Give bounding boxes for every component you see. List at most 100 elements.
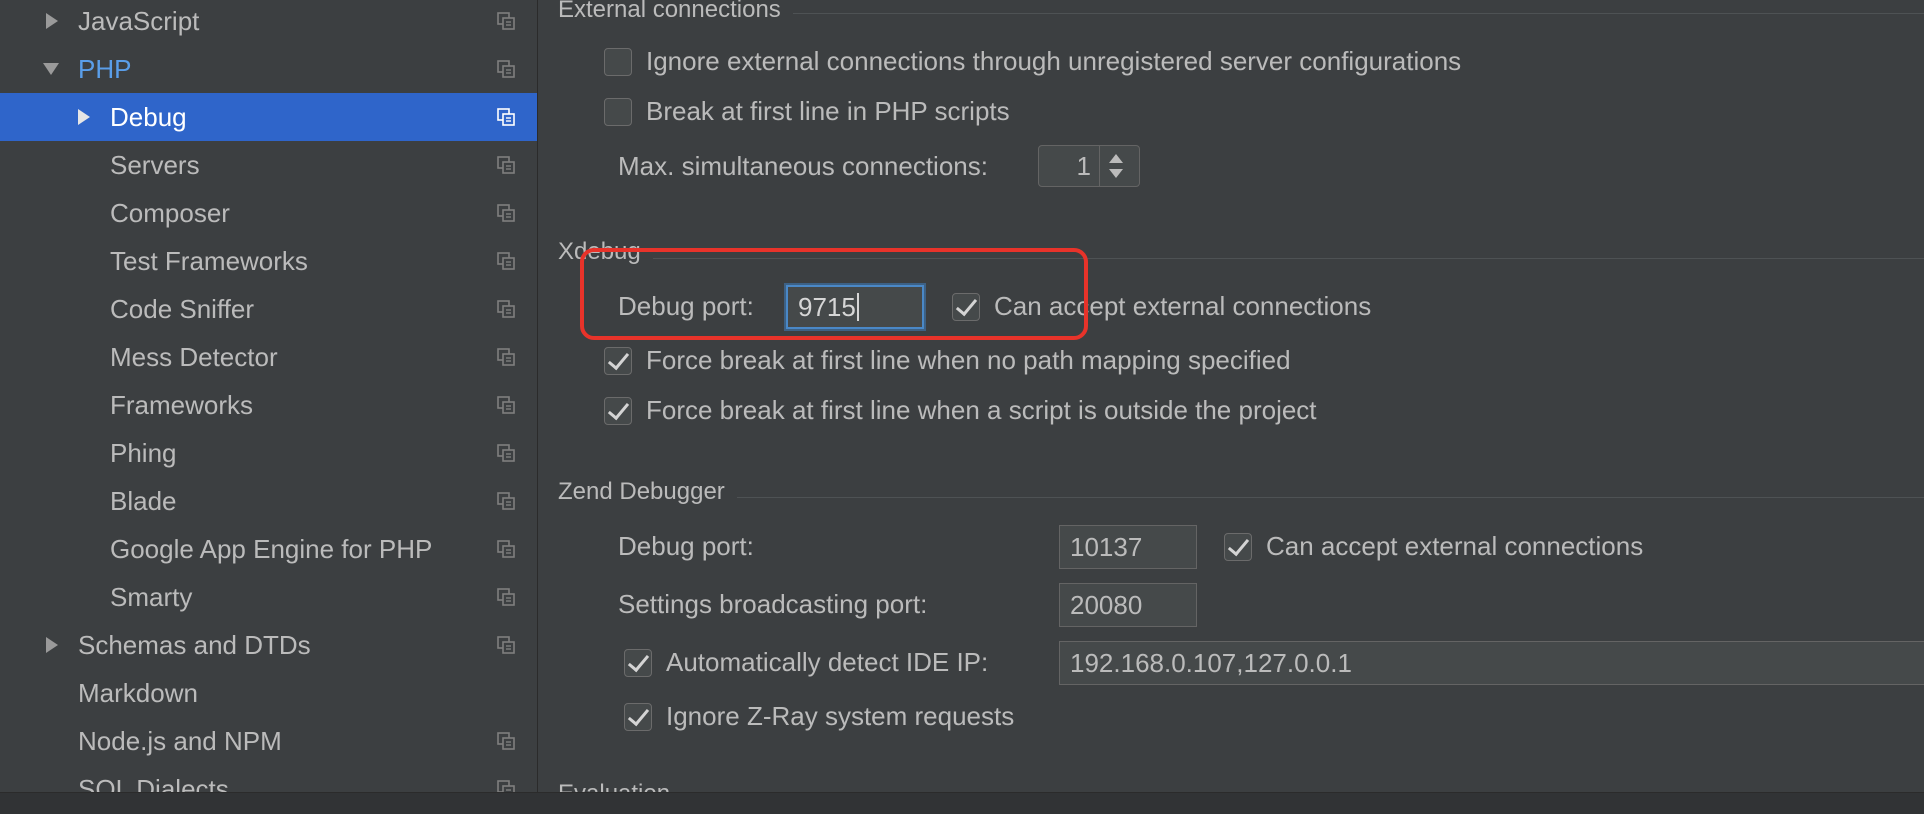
tree-item-label: Blade [110, 485, 177, 516]
checkbox-box[interactable] [604, 346, 632, 375]
tree-item-label: SQL Dialects [78, 773, 229, 793]
checkbox-label: Can accept external connections [1266, 531, 1644, 561]
tree-item-label: Phing [110, 437, 177, 468]
settings-tree: JavaScript PHP Debug Servers Composer Te… [0, 0, 537, 792]
ide-ip-input[interactable]: 192.168.0.107,127.0.0.1 [1059, 641, 1924, 685]
expand-arrow-icon[interactable] [44, 12, 60, 30]
checkbox-label: Automatically detect IDE IP: [666, 647, 989, 677]
section-title-xdebug: Xdebug [558, 238, 653, 266]
tree-item-nodejs-npm[interactable]: Node.js and NPM [0, 717, 537, 765]
tree-item-blade[interactable]: Blade [0, 477, 537, 525]
checkbox-box[interactable] [604, 396, 632, 425]
tree-item-mess-detector[interactable]: Mess Detector [0, 333, 537, 381]
zend-port-input[interactable]: 10137 [1059, 525, 1197, 569]
collapse-arrow-icon[interactable] [43, 60, 59, 78]
tree-item-phing[interactable]: Phing [0, 429, 537, 477]
tree-item-label: Google App Engine for PHP [110, 533, 433, 564]
checkbox-label: Ignore Z-Ray system requests [666, 701, 1015, 731]
section-title-external: External connections [558, 0, 793, 24]
spinner-value[interactable]: 1 [1039, 151, 1099, 182]
xdebug-accept-external-checkbox[interactable]: Can accept external connections [952, 291, 1371, 322]
tree-item-label: Mess Detector [110, 341, 278, 372]
tree-item-smarty[interactable]: Smarty [0, 573, 537, 621]
copy-icon [497, 300, 515, 318]
copy-icon [497, 252, 515, 270]
copy-icon [497, 156, 515, 174]
tree-item-label: Code Sniffer [110, 293, 255, 324]
tree-item-javascript[interactable]: JavaScript [0, 0, 537, 45]
section-separator [558, 497, 1924, 498]
checkbox-box[interactable] [952, 292, 980, 321]
xdebug-port-label: Debug port: [618, 291, 754, 321]
tree-item-label: Smarty [110, 581, 193, 612]
checkbox-box[interactable] [624, 702, 652, 731]
tree-item-sql-dialects[interactable]: SQL Dialects [0, 765, 537, 792]
copy-icon [497, 108, 515, 126]
copy-icon [497, 204, 515, 222]
tree-item-label: Test Frameworks [110, 245, 308, 276]
section-separator [558, 258, 1924, 259]
tree-item-google-app-engine[interactable]: Google App Engine for PHP [0, 525, 537, 573]
decrement-icon[interactable] [1108, 169, 1123, 178]
tree-item-code-sniffer[interactable]: Code Sniffer [0, 285, 537, 333]
max-connections-label: Max. simultaneous connections: [618, 151, 988, 181]
tree-item-markdown[interactable]: Markdown [0, 669, 537, 717]
ignore-zray-checkbox[interactable]: Ignore Z-Ray system requests [624, 701, 1014, 732]
text-caret [856, 293, 859, 321]
force-break-no-mapping-checkbox[interactable]: Force break at first line when no path m… [604, 345, 1291, 376]
expand-arrow-icon[interactable] [44, 636, 60, 654]
checkbox-box[interactable] [1224, 532, 1252, 561]
input-value: 192.168.0.107,127.0.0.1 [1070, 647, 1352, 678]
tree-item-label: Schemas and DTDs [78, 629, 311, 660]
zend-port-label: Debug port: [618, 531, 754, 561]
checkbox-label: Force break at first line when no path m… [646, 345, 1291, 375]
checkbox-box[interactable] [604, 47, 632, 76]
broadcast-port-input[interactable]: 20080 [1059, 583, 1197, 627]
tree-item-composer[interactable]: Composer [0, 189, 537, 237]
tree-item-frameworks[interactable]: Frameworks [0, 381, 537, 429]
tree-item-servers[interactable]: Servers [0, 141, 537, 189]
copy-icon [497, 636, 515, 654]
tree-item-debug[interactable]: Debug [0, 93, 537, 141]
dialog-bottom-bar [0, 792, 1924, 814]
checkbox-box[interactable] [604, 97, 632, 126]
input-value: 10137 [1070, 531, 1143, 562]
copy-icon [497, 780, 515, 792]
copy-icon [497, 540, 515, 558]
expand-arrow-icon[interactable] [76, 108, 92, 126]
copy-icon [497, 396, 515, 414]
increment-icon[interactable] [1108, 154, 1123, 163]
checkbox-box[interactable] [624, 648, 652, 677]
ignore-unregistered-checkbox[interactable]: Ignore external connections through unre… [604, 46, 1461, 77]
tree-item-label: Debug [110, 101, 187, 132]
section-title-zend: Zend Debugger [558, 478, 737, 506]
tree-item-php[interactable]: PHP [0, 45, 537, 93]
copy-icon [497, 492, 515, 510]
checkbox-label: Ignore external connections through unre… [646, 46, 1462, 76]
input-value: 20080 [1070, 589, 1143, 620]
max-connections-spinner[interactable]: 1 [1038, 145, 1140, 187]
debug-settings-panel: External connections Ignore external con… [538, 0, 1924, 792]
tree-item-label: Markdown [78, 677, 198, 708]
copy-icon [497, 444, 515, 462]
copy-icon [497, 348, 515, 366]
input-value: 9715 [798, 291, 856, 322]
checkbox-label: Can accept external connections [994, 291, 1372, 321]
copy-icon [497, 12, 515, 30]
spinner-buttons[interactable] [1099, 146, 1131, 186]
tree-item-label: Node.js and NPM [78, 725, 282, 756]
copy-icon [497, 60, 515, 78]
xdebug-port-input[interactable]: 9715 [786, 285, 924, 329]
copy-icon [497, 732, 515, 750]
break-first-line-checkbox[interactable]: Break at first line in PHP scripts [604, 96, 1010, 127]
checkbox-label: Break at first line in PHP scripts [646, 96, 1010, 126]
tree-item-schemas-dtds[interactable]: Schemas and DTDs [0, 621, 537, 669]
tree-item-label: Servers [110, 149, 200, 180]
tree-item-label: PHP [78, 53, 132, 84]
copy-icon [497, 588, 515, 606]
tree-item-test-frameworks[interactable]: Test Frameworks [0, 237, 537, 285]
auto-detect-ip-checkbox[interactable]: Automatically detect IDE IP: [624, 647, 988, 678]
zend-accept-external-checkbox[interactable]: Can accept external connections [1224, 531, 1643, 562]
force-break-outside-checkbox[interactable]: Force break at first line when a script … [604, 395, 1317, 426]
section-title-evaluation: Evaluation [558, 780, 683, 792]
